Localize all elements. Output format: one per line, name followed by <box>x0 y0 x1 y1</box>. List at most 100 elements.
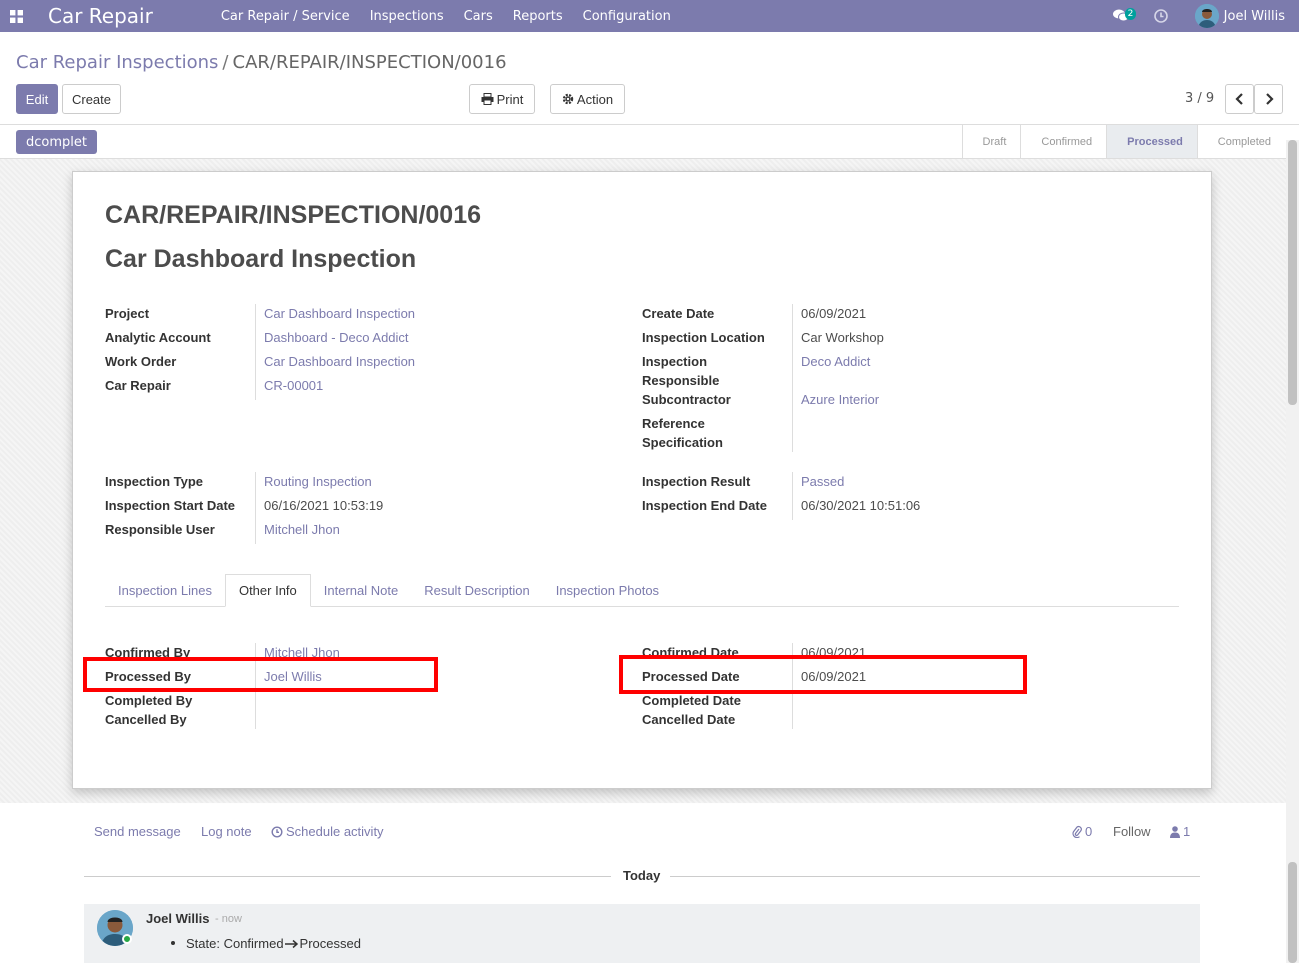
field-divider <box>255 304 256 400</box>
followers-button[interactable]: 1 <box>1170 824 1190 839</box>
breadcrumb-separator: / <box>222 52 229 73</box>
app-title[interactable]: Car Repair <box>48 4 153 28</box>
inspection-responsible-value[interactable]: Deco Addict <box>801 352 870 371</box>
breadcrumb: Car Repair Inspections / CAR/REPAIR/INSPEC… <box>16 52 507 73</box>
attachments-count: 0 <box>1085 824 1093 839</box>
print-button[interactable]: Print <box>469 84 535 114</box>
dcomplet-button[interactable]: dcomplet <box>16 130 97 154</box>
stage-pipeline: Draft Confirmed Processed Completed <box>961 125 1285 158</box>
menu-cars[interactable]: Cars <box>454 9 503 24</box>
stage-processed[interactable]: Processed <box>1106 125 1197 158</box>
scrollbar-thumb-form[interactable] <box>1288 140 1297 405</box>
chat-icon[interactable]: 2 <box>1112 6 1137 26</box>
tab-inspection-photos[interactable]: Inspection Photos <box>543 574 672 607</box>
tab-result-description[interactable]: Result Description <box>411 574 543 607</box>
chat-count-badge: 2 <box>1124 8 1137 20</box>
menu-car-repair-service[interactable]: Car Repair / Service <box>211 9 360 24</box>
subcontractor-label: Subcontractor <box>642 392 731 407</box>
user-name[interactable]: Joel Willis <box>1224 9 1285 24</box>
stage-confirmed[interactable]: Confirmed <box>1020 125 1106 158</box>
notebook-tabs: Inspection Lines Other Info Internal Not… <box>105 574 1179 607</box>
field-divider <box>255 472 256 544</box>
date-separator-line <box>670 876 1200 877</box>
tab-internal-note[interactable]: Internal Note <box>311 574 411 607</box>
project-label: Project <box>105 306 150 321</box>
analytic-account-label: Analytic Account <box>105 330 211 345</box>
inspection-responsible-label-line2: Responsible <box>642 373 720 388</box>
pager-previous-button[interactable] <box>1225 84 1254 114</box>
car-repair-value[interactable]: CR-00001 <box>264 376 323 395</box>
record-subtitle: Car Dashboard Inspection <box>105 245 417 273</box>
field-divider <box>792 304 793 452</box>
navbar-systray: 2 Joel Willis <box>1112 0 1299 32</box>
inspection-type-value[interactable]: Routing Inspection <box>264 472 372 491</box>
subcontractor-value[interactable]: Azure Interior <box>801 390 879 409</box>
arrow-right-icon <box>284 939 298 948</box>
date-separator: Today <box>623 868 661 883</box>
tracking-value-change: State: Confirmed Processed <box>186 936 361 951</box>
work-order-value[interactable]: Car Dashboard Inspection <box>264 352 415 371</box>
menu-inspections[interactable]: Inspections <box>360 9 454 24</box>
cancelled-by-label: Cancelled By <box>105 712 187 727</box>
message-author[interactable]: Joel Willis <box>146 911 209 926</box>
cancelled-date-label: Cancelled Date <box>642 712 736 727</box>
inspection-type-label: Inspection Type <box>105 474 203 489</box>
project-value[interactable]: Car Dashboard Inspection <box>264 304 415 323</box>
responsible-user-value[interactable]: Mitchell Jhon <box>264 520 340 539</box>
message-time: - now <box>215 913 242 925</box>
follow-button[interactable]: Follow <box>1113 824 1151 839</box>
followers-count: 1 <box>1183 824 1191 839</box>
work-order-label: Work Order <box>105 354 177 369</box>
record-reference: CAR/REPAIR/INSPECTION/0016 <box>105 201 482 229</box>
menu-configuration[interactable]: Configuration <box>573 9 681 24</box>
inspection-end-date-value: 06/30/2021 10:51:06 <box>801 498 921 513</box>
car-repair-label: Car Repair <box>105 378 171 393</box>
tracking-new-value: Processed <box>299 936 361 951</box>
highlight-processed-date <box>619 655 1027 694</box>
stage-draft[interactable]: Draft <box>961 125 1021 158</box>
stage-completed[interactable]: Completed <box>1196 125 1285 158</box>
inspection-start-date-value: 06/16/2021 10:53:19 <box>264 498 384 513</box>
attachments-button[interactable]: 0 <box>1072 824 1092 839</box>
chatter-message <box>84 904 1200 963</box>
breadcrumb-parent-link[interactable]: Car Repair Inspections <box>16 52 218 73</box>
user-avatar[interactable] <box>1194 4 1219 28</box>
clock-icon <box>271 825 283 838</box>
date-separator-line <box>84 876 611 877</box>
highlight-processed-by <box>83 657 438 692</box>
scrollbar-thumb-chatter[interactable] <box>1288 862 1297 963</box>
log-note-button[interactable]: Log note <box>201 824 252 839</box>
tracking-old-value: State: Confirmed <box>186 936 284 951</box>
action-label: Action <box>576 91 614 107</box>
statusbar: dcomplet Draft Confirmed Processed Compl… <box>0 125 1299 159</box>
analytic-account-value[interactable]: Dashboard - Deco Addict <box>264 328 409 347</box>
action-button[interactable]: Action <box>550 84 625 114</box>
inspection-responsible-label-line1: Inspection <box>642 354 708 369</box>
apps-menu-icon[interactable] <box>0 0 32 32</box>
create-date-label: Create Date <box>642 306 715 321</box>
inspection-result-label: Inspection Result <box>642 474 751 489</box>
scrollbar[interactable] <box>1286 140 1299 963</box>
responsible-user-label: Responsible User <box>105 522 215 537</box>
online-status-dot <box>122 934 132 944</box>
schedule-activity-button[interactable]: Schedule activity <box>271 824 384 839</box>
edit-button[interactable]: Edit <box>16 84 58 114</box>
inspection-result-value[interactable]: Passed <box>801 472 844 491</box>
send-message-button[interactable]: Send message <box>94 824 181 839</box>
pager-next-button[interactable] <box>1254 84 1283 114</box>
print-icon <box>481 93 494 105</box>
create-button[interactable]: Create <box>62 84 121 114</box>
inspection-end-date-label: Inspection End Date <box>642 498 767 513</box>
breadcrumb-current: CAR/REPAIR/INSPECTION/0016 <box>232 52 507 73</box>
pager-value[interactable]: 3 / 9 <box>1185 91 1214 106</box>
inspection-start-date-label: Inspection Start Date <box>105 498 236 513</box>
chevron-left-icon <box>1234 93 1243 105</box>
tab-inspection-lines[interactable]: Inspection Lines <box>105 574 225 607</box>
schedule-activity-label: Schedule activity <box>286 824 384 839</box>
tab-other-info[interactable]: Other Info <box>224 574 311 607</box>
menu-reports[interactable]: Reports <box>503 9 573 24</box>
field-divider <box>792 472 793 520</box>
activity-clock-icon[interactable] <box>1153 8 1169 24</box>
gear-icon <box>562 93 574 105</box>
print-label: Print <box>496 91 524 107</box>
